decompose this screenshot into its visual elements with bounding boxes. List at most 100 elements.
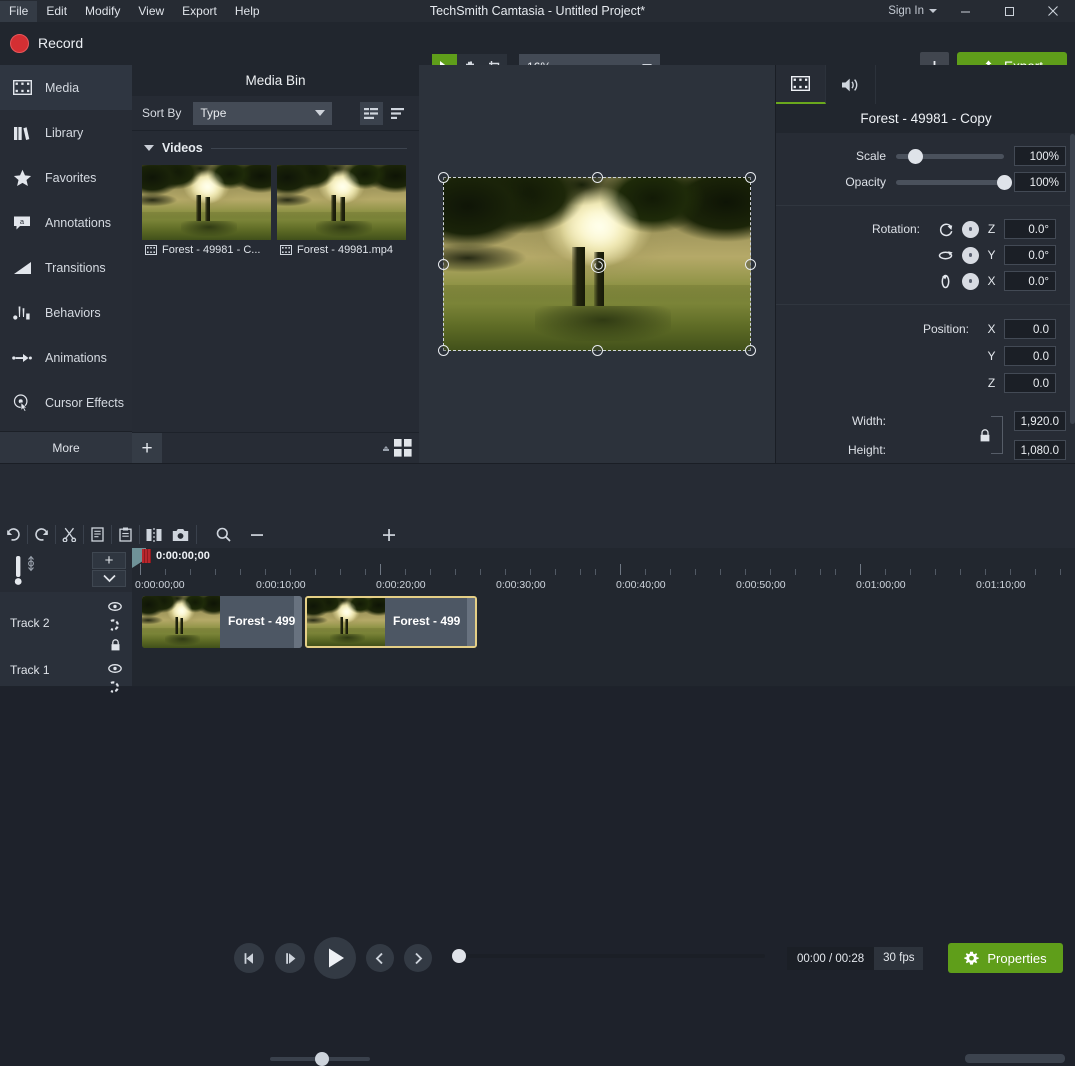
- add-media-button[interactable]: +: [132, 433, 162, 463]
- record-button[interactable]: Record: [6, 29, 93, 57]
- copy-button[interactable]: [84, 521, 111, 548]
- opacity-value-field[interactable]: 100%: [1014, 172, 1066, 192]
- opacity-slider-knob[interactable]: [997, 174, 1012, 190]
- screenshot-button[interactable]: [167, 521, 194, 548]
- position-x-field[interactable]: 0.0: [1004, 318, 1056, 339]
- preview-canvas[interactable]: [419, 65, 775, 463]
- previous-frame-button[interactable]: [234, 943, 264, 973]
- menu-export[interactable]: Export: [173, 1, 226, 22]
- eye-icon[interactable]: [108, 662, 122, 676]
- rotation-x-field[interactable]: 0.0°: [1004, 271, 1056, 291]
- media-item[interactable]: Forest - 49981.mp4: [277, 165, 406, 258]
- scale-value-field[interactable]: 100%: [1014, 146, 1066, 166]
- add-track-button[interactable]: +: [92, 552, 126, 569]
- previous-clip-button[interactable]: [366, 944, 394, 972]
- resize-handle-bottom-center[interactable]: [592, 345, 603, 356]
- lock-icon[interactable]: [110, 639, 121, 654]
- next-frame-button[interactable]: [275, 943, 305, 973]
- track-lane[interactable]: [132, 654, 1075, 687]
- timeline-clip[interactable]: Forest - 499: [142, 596, 302, 648]
- list-view-button[interactable]: [386, 102, 409, 125]
- paste-button[interactable]: [112, 521, 139, 548]
- menu-modify[interactable]: Modify: [76, 1, 129, 22]
- sidebar-item-favorites[interactable]: Favorites: [0, 155, 132, 200]
- resize-handle-bottom-right[interactable]: [745, 345, 756, 356]
- undo-button[interactable]: [0, 521, 27, 548]
- minimize-button[interactable]: [943, 0, 987, 22]
- lock-icon[interactable]: [978, 428, 991, 442]
- menu-view[interactable]: View: [129, 1, 173, 22]
- properties-button[interactable]: Properties: [948, 943, 1063, 973]
- opacity-slider[interactable]: [896, 174, 1012, 190]
- properties-scrollbar[interactable]: [1070, 134, 1075, 424]
- sidebar-item-annotations[interactable]: a Annotations: [0, 200, 132, 245]
- rotation-z-field[interactable]: 0.0°: [1004, 219, 1056, 239]
- eye-icon[interactable]: [108, 600, 122, 614]
- rotation-x-dial[interactable]: [962, 272, 979, 290]
- sidebar-item-cursor-effects[interactable]: Cursor Effects: [0, 380, 132, 425]
- track-header[interactable]: Track 2: [0, 592, 133, 655]
- menu-edit[interactable]: Edit: [37, 1, 76, 22]
- disable-icon[interactable]: [109, 681, 122, 696]
- track-header[interactable]: Track 1: [0, 654, 133, 693]
- rotate-z-icon[interactable]: [937, 220, 955, 238]
- sidebar-more-button[interactable]: More: [0, 431, 132, 463]
- playhead-marker[interactable]: [142, 549, 151, 563]
- zoom-in-button[interactable]: [375, 521, 402, 548]
- resize-handle-top-right[interactable]: [745, 172, 756, 183]
- thumbnail-size-control[interactable]: [381, 439, 419, 457]
- play-button[interactable]: [314, 937, 356, 979]
- detail-view-button[interactable]: [360, 101, 383, 125]
- canvas-selection-stage[interactable]: [438, 172, 756, 356]
- timeline-ruler[interactable]: 0:00:00;00 0:00:00;00 0:00:10;00 0:00:20…: [132, 548, 1075, 592]
- playback-seek-knob[interactable]: [452, 949, 466, 963]
- rotate-y-icon[interactable]: [937, 246, 955, 264]
- close-button[interactable]: [1031, 0, 1075, 22]
- track-height-slider[interactable]: [14, 554, 34, 587]
- cut-button[interactable]: [56, 521, 83, 548]
- sidebar-item-media[interactable]: Media: [0, 65, 132, 110]
- collapse-tracks-button[interactable]: [92, 570, 126, 587]
- resize-handle-middle-left[interactable]: [438, 259, 449, 270]
- audio-properties-tab[interactable]: [826, 65, 876, 104]
- visual-properties-tab[interactable]: [776, 65, 826, 104]
- maximize-button[interactable]: [987, 0, 1031, 22]
- height-field[interactable]: 1,080.0: [1014, 439, 1066, 460]
- redo-button[interactable]: [28, 521, 55, 548]
- videos-group-header[interactable]: Videos: [132, 131, 419, 159]
- timeline-clip[interactable]: Forest - 499: [305, 596, 477, 648]
- track-lane[interactable]: Forest - 499 Forest - 499: [132, 592, 1075, 655]
- resize-handle-top-center[interactable]: [592, 172, 603, 183]
- resize-handle-top-left[interactable]: [438, 172, 449, 183]
- rotation-y-field[interactable]: 0.0°: [1004, 245, 1056, 265]
- sidebar-item-transitions[interactable]: Transitions: [0, 245, 132, 290]
- menu-help[interactable]: Help: [226, 1, 269, 22]
- next-clip-button[interactable]: [404, 944, 432, 972]
- resize-handle-bottom-left[interactable]: [438, 345, 449, 356]
- rotate-x-icon[interactable]: [937, 272, 955, 290]
- sidebar-item-library[interactable]: Library: [0, 110, 132, 155]
- rotation-center-handle[interactable]: [590, 257, 606, 273]
- sort-by-select[interactable]: Type: [193, 101, 333, 125]
- sidebar-item-animations[interactable]: Animations: [0, 335, 132, 380]
- scale-slider[interactable]: [896, 148, 1004, 164]
- position-y-field[interactable]: 0.0: [1004, 345, 1056, 366]
- sign-in-button[interactable]: Sign In: [882, 5, 943, 17]
- zoom-out-button[interactable]: [243, 521, 270, 548]
- split-button[interactable]: [140, 521, 167, 548]
- rotation-z-dial[interactable]: [962, 220, 979, 238]
- width-field[interactable]: 1,920.0: [1014, 410, 1066, 431]
- position-z-field[interactable]: 0.0: [1004, 372, 1056, 393]
- media-item[interactable]: Forest - 49981 - C...: [142, 165, 271, 258]
- timeline-zoom-slider[interactable]: [270, 1052, 370, 1066]
- menu-file[interactable]: File: [0, 0, 38, 22]
- resize-handle-middle-right[interactable]: [745, 259, 756, 270]
- playback-seek-slider[interactable]: [452, 949, 765, 963]
- timeline-horizontal-scrollbar[interactable]: [965, 1054, 1065, 1063]
- disable-icon[interactable]: [109, 619, 122, 634]
- scale-slider-knob[interactable]: [908, 148, 924, 164]
- rotation-y-dial[interactable]: [962, 246, 979, 264]
- zoom-to-fit-button[interactable]: [210, 521, 237, 548]
- timeline-zoom-knob[interactable]: [315, 1052, 329, 1066]
- sidebar-item-behaviors[interactable]: Behaviors: [0, 290, 132, 335]
